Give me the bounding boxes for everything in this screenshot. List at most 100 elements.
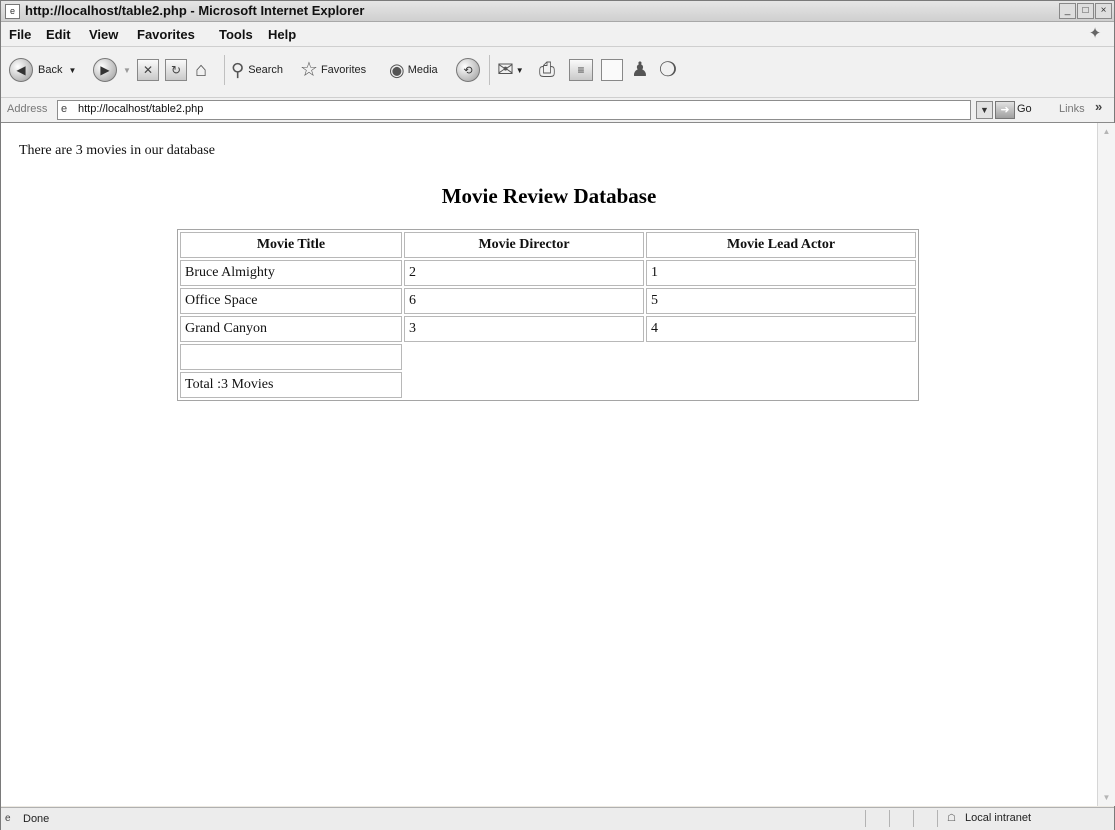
status-divider: [865, 810, 866, 827]
table-header-row: Movie Title Movie Director Movie Lead Ac…: [180, 232, 916, 258]
print-button[interactable]: ⎙: [539, 57, 555, 83]
history-button[interactable]: ⟲: [456, 57, 480, 83]
home-button[interactable]: ⌂: [195, 57, 207, 83]
address-url[interactable]: http://localhost/table2.php: [78, 103, 203, 115]
menu-bar: File Edit View Favorites Tools Help ✦: [1, 22, 1114, 47]
column-header-title: Movie Title: [180, 232, 402, 258]
windows-logo-icon: ✦: [1088, 25, 1102, 42]
menu-tools[interactable]: Tools: [219, 27, 253, 42]
cell-title: Grand Canyon: [180, 316, 402, 342]
page-content: There are 3 movies in our database Movie…: [1, 123, 1097, 806]
table-row: Grand Canyon 3 4: [180, 316, 916, 342]
status-divider: [937, 810, 938, 827]
title-bar: e http://localhost/table2.php - Microsof…: [1, 1, 1114, 22]
cell-director: 6: [404, 288, 644, 314]
back-button[interactable]: ◀ Back ▼: [9, 57, 76, 83]
total-cell: Total :3 Movies: [180, 372, 402, 398]
address-input[interactable]: e http://localhost/table2.php: [57, 100, 971, 120]
scroll-down-arrow-icon[interactable]: ▼: [1099, 790, 1114, 805]
go-button[interactable]: Go: [1017, 103, 1032, 115]
forward-button[interactable]: ▶ ▼: [93, 57, 131, 83]
browser-window: e http://localhost/table2.php - Microsof…: [0, 0, 1115, 830]
media-button[interactable]: ◉ Media: [389, 57, 438, 83]
cell-director: 2: [404, 260, 644, 286]
messenger-button[interactable]: ♟: [631, 57, 649, 83]
cell-actor: 5: [646, 288, 916, 314]
discuss-button[interactable]: [601, 57, 623, 83]
zone-label: Local intranet: [965, 812, 1032, 824]
speech-bubble-icon: ❍: [659, 59, 677, 81]
blank-cell: [180, 344, 402, 370]
search-icon: ⚲: [231, 60, 245, 80]
media-icon: ◉: [389, 60, 405, 80]
menu-favorites[interactable]: Favorites: [137, 27, 195, 42]
mail-button[interactable]: ✉ ▼: [497, 57, 524, 83]
status-bar: e Done ☖ Local intranet: [1, 807, 1114, 830]
ie-app-icon[interactable]: e: [5, 4, 20, 19]
menu-help[interactable]: Help: [268, 27, 296, 42]
go-arrow-icon[interactable]: ➜: [995, 101, 1015, 119]
window-controls: _ □ ×: [1059, 3, 1112, 19]
maximize-button[interactable]: □: [1077, 3, 1094, 19]
cell-director: 3: [404, 316, 644, 342]
history-icon: ⟲: [456, 58, 480, 82]
edit-button[interactable]: ≡: [569, 57, 593, 83]
refresh-button[interactable]: ↻: [165, 57, 187, 83]
vertical-scrollbar[interactable]: ▲ ▼: [1097, 123, 1115, 806]
toolbar-separator: [224, 55, 225, 85]
edit-page-icon: ≡: [569, 59, 593, 81]
chevron-down-icon: ▼: [68, 65, 77, 75]
movies-table: Movie Title Movie Director Movie Lead Ac…: [177, 229, 919, 401]
standard-toolbar: ◀ Back ▼ ▶ ▼ ✕ ↻ ⌂ ⚲ Search ☆ Favorites …: [1, 47, 1114, 98]
chevron-down-icon: ▼: [123, 65, 131, 75]
page-title: Movie Review Database: [441, 184, 657, 208]
menu-view[interactable]: View: [89, 27, 118, 42]
close-button[interactable]: ×: [1095, 3, 1112, 19]
page-icon: e: [61, 103, 68, 115]
table-row: Office Space 6 5: [180, 288, 916, 314]
back-label: Back: [38, 64, 63, 76]
chevron-down-icon: ▼: [515, 65, 524, 75]
research-button[interactable]: ❍: [659, 57, 677, 83]
home-icon: ⌂: [195, 59, 208, 81]
status-divider: [889, 810, 890, 827]
star-icon: ☆: [300, 59, 318, 81]
movie-count-text: There are 3 movies in our database: [19, 143, 215, 158]
scroll-up-arrow-icon[interactable]: ▲: [1099, 124, 1114, 139]
favorites-button[interactable]: ☆ Favorites: [300, 57, 366, 83]
column-header-actor: Movie Lead Actor: [646, 232, 916, 258]
cell-actor: 4: [646, 316, 916, 342]
cell-title: Bruce Almighty: [180, 260, 402, 286]
forward-arrow-icon: ▶: [93, 58, 117, 82]
search-button[interactable]: ⚲ Search: [231, 57, 283, 83]
status-text: Done: [23, 813, 50, 825]
minimize-button[interactable]: _: [1059, 3, 1076, 19]
stop-button[interactable]: ✕: [137, 57, 159, 83]
search-label: Search: [248, 64, 284, 76]
back-arrow-icon: ◀: [9, 58, 33, 82]
links-label[interactable]: Links: [1059, 103, 1085, 115]
address-bar: Address e http://localhost/table2.php ▼ …: [1, 98, 1114, 123]
menu-edit[interactable]: Edit: [46, 27, 71, 42]
refresh-icon: ↻: [165, 59, 187, 81]
discuss-icon: [601, 59, 623, 81]
messenger-icon: ♟: [631, 59, 649, 81]
table-row: Bruce Almighty 2 1: [180, 260, 916, 286]
links-chevron-icon[interactable]: »: [1095, 99, 1102, 114]
printer-icon: ⎙: [539, 59, 555, 81]
security-zone: ☖ Local intranet: [947, 812, 1031, 824]
address-label: Address: [7, 103, 48, 115]
menu-file[interactable]: File: [9, 27, 31, 42]
cell-title: Office Space: [180, 288, 402, 314]
column-header-director: Movie Director: [404, 232, 644, 258]
intranet-icon: ☖: [947, 813, 956, 824]
status-divider: [913, 810, 914, 827]
address-dropdown-button[interactable]: ▼: [976, 101, 993, 119]
cell-actor: 1: [646, 260, 916, 286]
media-label: Media: [407, 64, 438, 76]
mail-icon: ✉: [497, 59, 514, 81]
window-title: http://localhost/table2.php - Microsoft …: [25, 3, 365, 18]
blank-row: [180, 344, 916, 370]
page-status-icon: e: [5, 813, 11, 824]
favorites-label: Favorites: [320, 64, 367, 76]
